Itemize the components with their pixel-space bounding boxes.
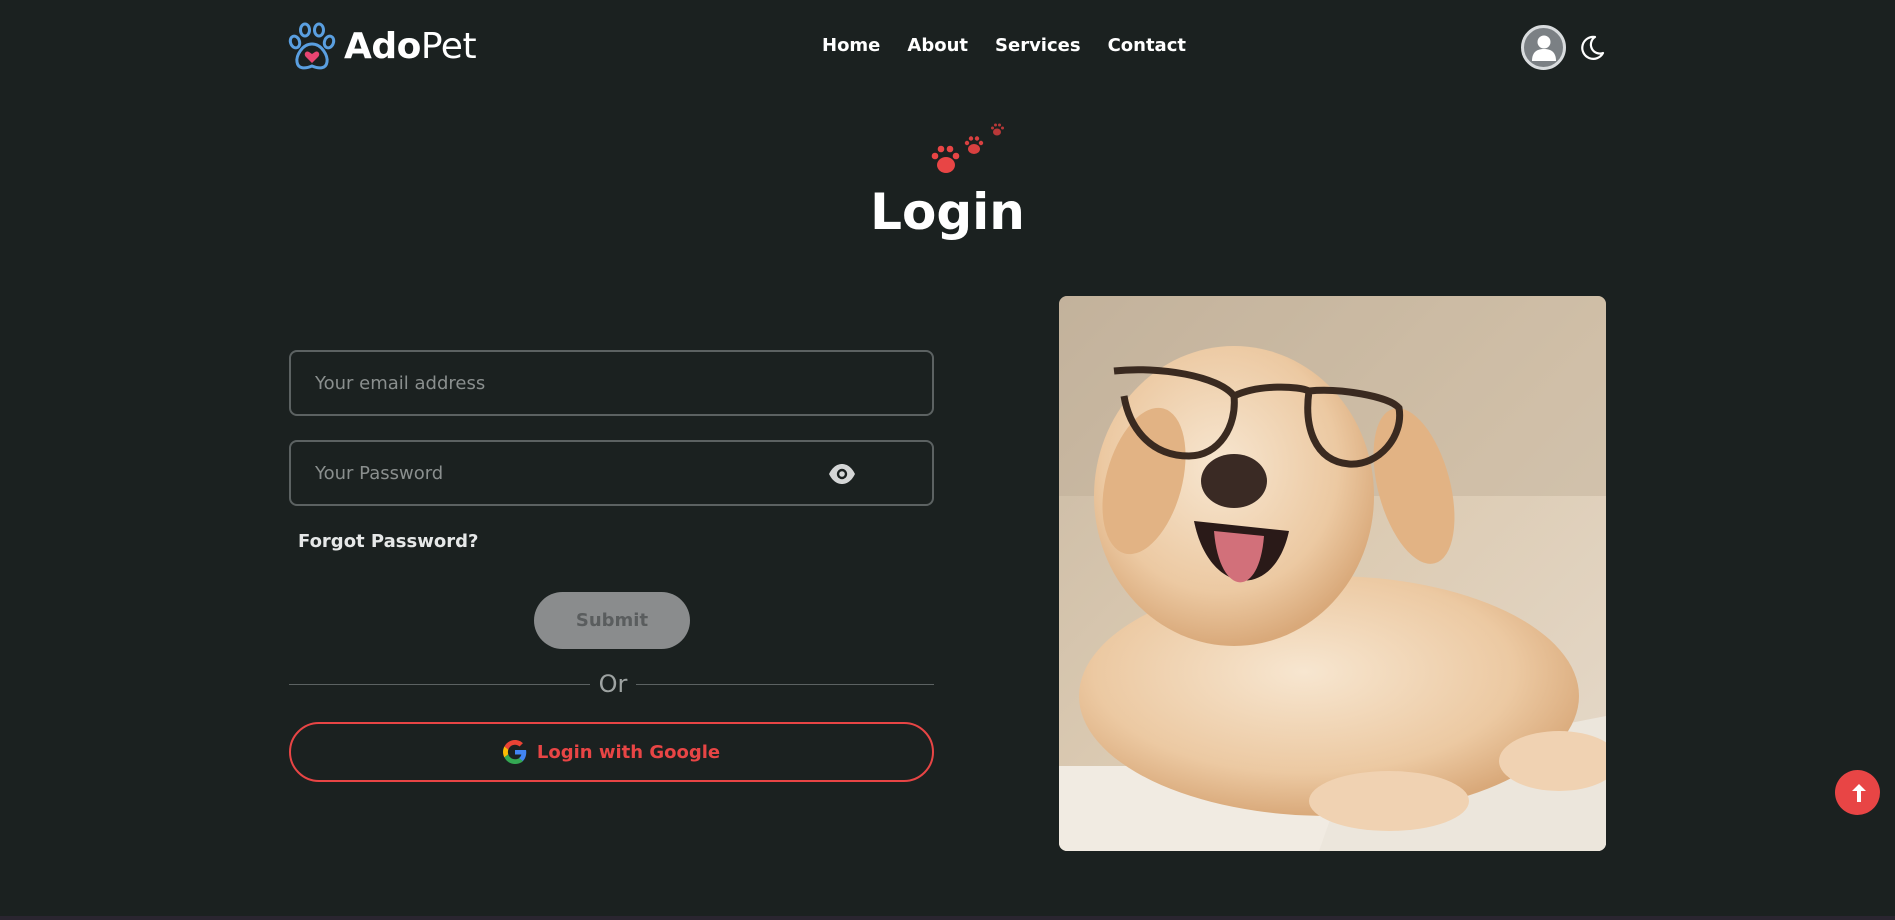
footer-edge <box>0 916 1895 920</box>
eye-icon[interactable] <box>828 462 856 486</box>
user-icon <box>1531 35 1556 61</box>
paw-heart-icon <box>288 22 336 70</box>
scroll-to-top-button[interactable] <box>1835 770 1880 815</box>
logo-text-bold: Ado <box>344 26 421 67</box>
dog-photo <box>1059 296 1606 851</box>
logo[interactable]: AdoPet <box>288 22 477 72</box>
paw-prints-icon <box>931 123 1004 173</box>
main-nav: Home About Services Contact <box>822 34 1186 58</box>
nav-home-link[interactable]: Home <box>822 34 880 58</box>
google-icon <box>502 740 527 764</box>
arrow-up-icon <box>1851 783 1866 802</box>
moon-icon[interactable] <box>1578 34 1606 62</box>
nav-about-link[interactable]: About <box>907 34 968 58</box>
logo-text-light: Pet <box>420 26 477 67</box>
site-header: AdoPet Home About Services Contact <box>0 0 1895 95</box>
forgot-password-link[interactable]: Forgot Password? <box>298 530 478 554</box>
user-avatar-button[interactable] <box>1521 25 1566 70</box>
google-login-button[interactable]: Login with Google <box>289 722 934 782</box>
page-title: Login <box>870 183 1025 241</box>
or-separator: Or <box>590 668 636 700</box>
logo-text: AdoPet <box>344 26 477 67</box>
nav-services-link[interactable]: Services <box>995 34 1081 58</box>
google-login-label: Login with Google <box>536 741 721 763</box>
password-field[interactable] <box>289 440 934 506</box>
submit-button[interactable]: Submit <box>534 592 690 649</box>
email-input[interactable] <box>291 352 932 414</box>
email-field[interactable] <box>289 350 934 416</box>
nav-contact-link[interactable]: Contact <box>1108 34 1186 58</box>
